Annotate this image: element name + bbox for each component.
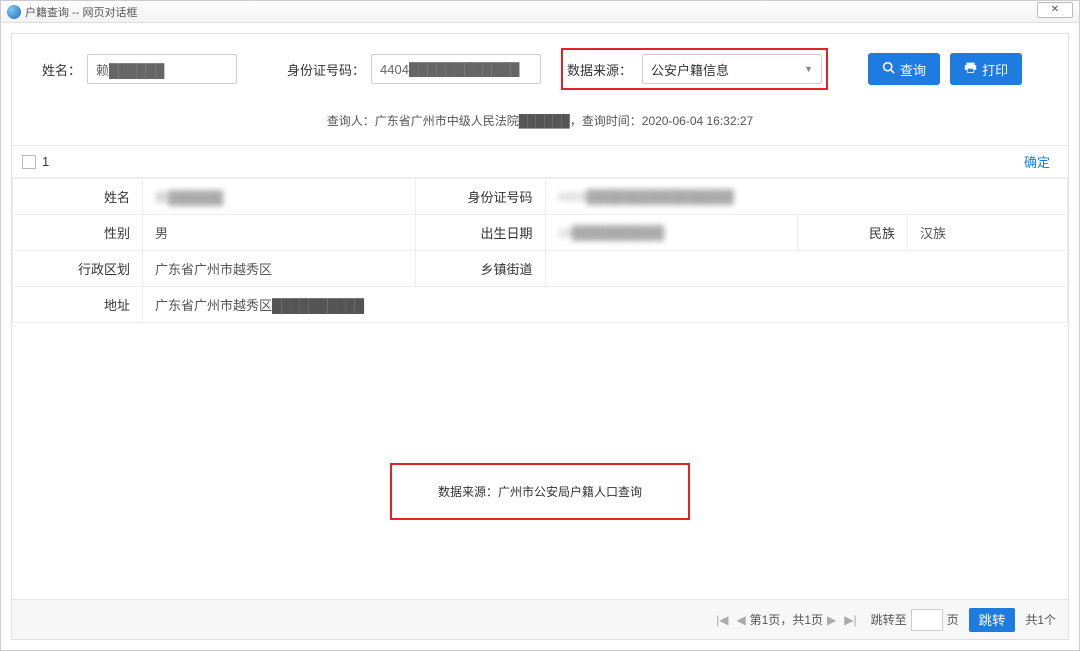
field-label: 乡镇街道: [415, 251, 545, 287]
titlebar: 户籍查询 -- 网页对话框 ✕: [1, 1, 1079, 23]
query-button-label: 查询: [900, 60, 926, 79]
record-index: 1: [42, 154, 1024, 169]
main-area: 姓名： 身份证号码： 数据来源： 公安户籍信息 ▼ 查询: [1, 23, 1079, 650]
field-value: 19██████████: [545, 215, 798, 251]
source-highlight-box: 数据来源： 公安户籍信息 ▼: [561, 48, 828, 90]
field-value: 4404████████████████: [545, 179, 1068, 215]
query-meta-line: 查询人：广东省广州市中级人民法院██████，查询时间：2020-06-04 1…: [12, 100, 1068, 146]
field-label: 民族: [798, 215, 908, 251]
pager: |◀ ◀ 第1页，共1页 ▶ ▶| 跳转至 页 跳转 共1个: [12, 599, 1068, 639]
ie-icon: [7, 5, 21, 19]
source-value: 公安户籍信息: [651, 60, 729, 79]
name-label: 姓名：: [42, 60, 81, 79]
table-row: 行政区划 广东省广州市越秀区 乡镇街道: [13, 251, 1068, 287]
table-row: 地址 广东省广州市越秀区██████████: [13, 287, 1068, 323]
pager-total: 共1个: [1025, 611, 1056, 628]
search-row: 姓名： 身份证号码： 数据来源： 公安户籍信息 ▼ 查询: [12, 34, 1068, 100]
field-value: [545, 251, 1068, 287]
last-page-icon[interactable]: ▶|: [844, 613, 856, 627]
field-label: 性别: [13, 215, 143, 251]
field-value: 广东省广州市越秀区: [143, 251, 416, 287]
jump-page-input[interactable]: [911, 609, 943, 631]
jump-label: 跳转至: [871, 611, 907, 628]
source-note-text: 数据来源：广州市公安局户籍人口查询: [438, 485, 642, 499]
confirm-link[interactable]: 确定: [1024, 152, 1050, 171]
field-value: 赖██████: [143, 179, 416, 215]
id-label: 身份证号码：: [287, 60, 365, 79]
record-checkbox[interactable]: [22, 155, 36, 169]
next-page-icon[interactable]: ▶: [827, 613, 836, 627]
id-input[interactable]: [371, 54, 541, 84]
field-value: 广东省广州市越秀区██████████: [143, 287, 1068, 323]
jump-button[interactable]: 跳转: [969, 608, 1016, 632]
detail-table: 姓名 赖██████ 身份证号码 4404████████████████ 性别…: [12, 178, 1068, 323]
field-label: 姓名: [13, 179, 143, 215]
print-button-label: 打印: [982, 60, 1008, 79]
table-row: 姓名 赖██████ 身份证号码 4404████████████████: [13, 179, 1068, 215]
query-button[interactable]: 查询: [868, 53, 940, 85]
name-input[interactable]: [87, 54, 237, 84]
field-value: 汉族: [908, 215, 1068, 251]
prev-page-icon[interactable]: ◀: [736, 613, 745, 627]
record-header: 1 确定: [12, 146, 1068, 178]
search-icon: [882, 61, 895, 77]
content-panel: 姓名： 身份证号码： 数据来源： 公安户籍信息 ▼ 查询: [11, 33, 1069, 640]
field-label: 出生日期: [415, 215, 545, 251]
print-button[interactable]: 打印: [950, 53, 1022, 85]
table-row: 性别 男 出生日期 19██████████ 民族 汉族: [13, 215, 1068, 251]
chevron-down-icon: ▼: [804, 64, 813, 74]
pager-info: 第1页，共1页: [750, 611, 823, 628]
field-value: 男: [143, 215, 416, 251]
source-note-box: 数据来源：广州市公安局户籍人口查询: [390, 463, 690, 520]
field-label: 身份证号码: [415, 179, 545, 215]
window-title: 户籍查询 -- 网页对话框: [25, 4, 137, 20]
jump-label-suffix: 页: [947, 611, 959, 628]
field-label: 地址: [13, 287, 143, 323]
print-icon: [964, 61, 977, 77]
dialog-window: 户籍查询 -- 网页对话框 ✕ 姓名： 身份证号码： 数据来源： 公安户籍信息 …: [0, 0, 1080, 651]
source-label: 数据来源：: [567, 60, 632, 79]
source-select[interactable]: 公安户籍信息 ▼: [642, 54, 822, 84]
close-button[interactable]: ✕: [1037, 2, 1073, 18]
first-page-icon[interactable]: |◀: [716, 613, 728, 627]
field-label: 行政区划: [13, 251, 143, 287]
